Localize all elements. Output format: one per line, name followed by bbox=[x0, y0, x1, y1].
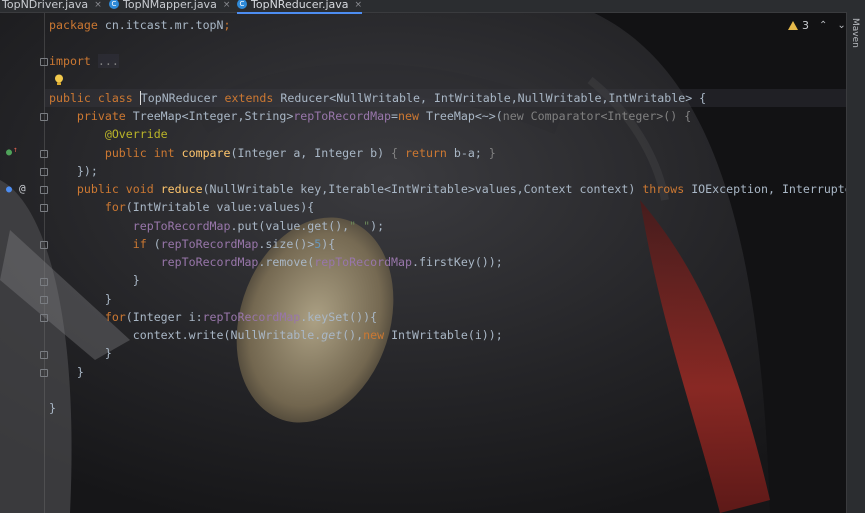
chevron-down-icon[interactable]: ⌄ bbox=[837, 20, 845, 31]
code-line-import: import ... bbox=[49, 54, 119, 68]
fold-marker[interactable] bbox=[40, 150, 48, 158]
editor-tab-bar: TopNDriver.java × C TopNMapper.java × C … bbox=[0, 0, 865, 14]
implements-method-icon[interactable]: ● bbox=[6, 147, 12, 158]
override-arrow-icon[interactable]: ↑ bbox=[13, 145, 18, 154]
code-line-class-decl: public class TopNReducer extends Reducer… bbox=[49, 91, 707, 105]
code-line-reduce-decl: public void reduce(NullWritable key,Iter… bbox=[49, 182, 865, 196]
code-line-close-class: } bbox=[49, 401, 56, 415]
fold-marker[interactable] bbox=[40, 296, 48, 304]
right-tool-window-bar bbox=[846, 12, 865, 513]
code-line-close-method: } bbox=[49, 365, 84, 379]
code-line-for-keyset: for(Integer i:repToRecordMap.keySet()){ bbox=[49, 310, 378, 324]
code-line-field-decl: private TreeMap<Integer,String>repToReco… bbox=[49, 109, 692, 123]
fold-marker[interactable] bbox=[40, 168, 48, 176]
code-line-close-anon: }); bbox=[49, 164, 98, 178]
tab-label: TopNReducer.java bbox=[251, 0, 349, 11]
lightbulb-icon[interactable] bbox=[54, 74, 64, 86]
code-line-compare: public int compare(Integer a, Integer b)… bbox=[49, 146, 496, 160]
tab-topn-driver[interactable]: TopNDriver.java × bbox=[2, 0, 102, 12]
code-line-close-for2: } bbox=[49, 346, 112, 360]
tab-label: TopNMapper.java bbox=[123, 0, 217, 11]
chevron-up-icon[interactable]: ⌃ bbox=[819, 20, 827, 31]
fold-marker[interactable] bbox=[40, 351, 48, 359]
close-icon[interactable]: × bbox=[94, 0, 102, 10]
warning-count: 3 bbox=[802, 18, 809, 32]
annotation-at-icon[interactable]: @ bbox=[19, 182, 26, 195]
fold-marker[interactable] bbox=[40, 186, 48, 194]
fold-marker[interactable] bbox=[40, 278, 48, 286]
java-class-icon: C bbox=[237, 0, 247, 9]
code-line-put: repToRecordMap.put(value.get()," "); bbox=[132, 219, 385, 233]
fold-marker[interactable] bbox=[40, 113, 48, 121]
code-line-close-for: } bbox=[49, 292, 112, 306]
editor-gutter bbox=[0, 12, 44, 513]
code-line-override: @Override bbox=[49, 127, 168, 141]
gutter-divider bbox=[44, 12, 45, 513]
fold-marker[interactable] bbox=[40, 369, 48, 377]
warning-triangle-icon bbox=[788, 20, 798, 30]
fold-marker[interactable] bbox=[40, 204, 48, 212]
code-line-for-values: for(IntWritable value:values){ bbox=[49, 200, 315, 214]
fold-marker[interactable] bbox=[40, 314, 48, 322]
fold-marker[interactable] bbox=[40, 58, 48, 66]
close-icon[interactable]: × bbox=[223, 0, 231, 10]
tab-label: TopNDriver.java bbox=[2, 0, 89, 11]
code-line-remove: repToRecordMap.remove(repToRecordMap.fir… bbox=[160, 255, 503, 269]
code-line-if-size: if (repToRecordMap.size()>5){ bbox=[49, 237, 336, 251]
close-icon[interactable]: × bbox=[355, 0, 363, 10]
code-line-close-if: } bbox=[49, 273, 140, 287]
java-class-icon: C bbox=[109, 0, 119, 9]
code-line-package: package cn.itcast.mr.topN; bbox=[49, 18, 231, 32]
implements-method-icon[interactable]: ● bbox=[6, 184, 12, 195]
inspections-widget[interactable]: 3 ⌃ ⌄ bbox=[788, 18, 846, 32]
code-line-write: context.write(NullWritable.get(),new Int… bbox=[49, 328, 503, 342]
maven-tool-window-button[interactable]: Maven bbox=[850, 18, 860, 48]
fold-marker[interactable] bbox=[40, 241, 48, 249]
tab-topn-mapper[interactable]: C TopNMapper.java × bbox=[109, 0, 230, 12]
tab-topn-reducer[interactable]: C TopNReducer.java × bbox=[237, 0, 363, 14]
